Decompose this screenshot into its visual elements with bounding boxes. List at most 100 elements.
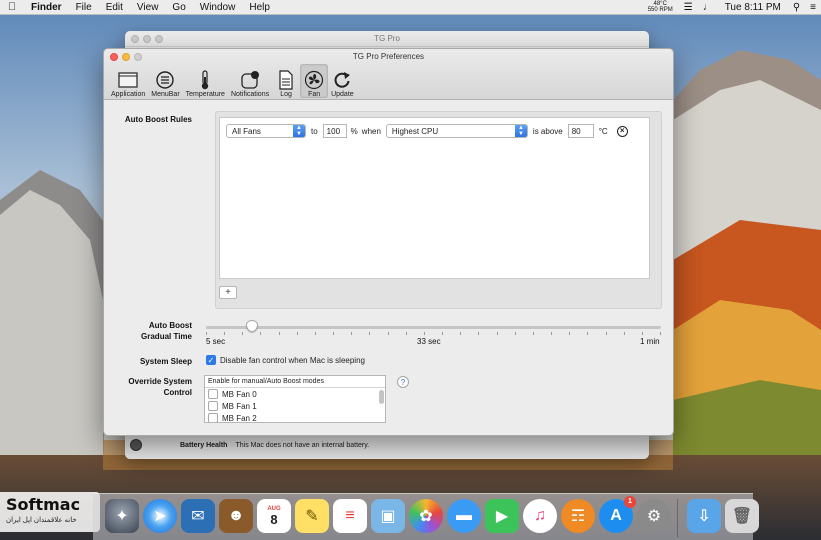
menu-help[interactable]: Help — [242, 2, 277, 13]
percent-input[interactable]: 100 — [322, 124, 347, 138]
slider-tick — [405, 332, 407, 335]
back-zoom-icon[interactable] — [155, 35, 163, 43]
notes-icon[interactable]: ✎ — [295, 499, 329, 533]
slider-tick — [206, 332, 207, 335]
tab-application[interactable]: Application — [108, 64, 148, 98]
override-item[interactable]: MB Fan 0 — [205, 388, 385, 400]
boost-rule-row: All Fans ▲ ▼ to 100 % when Highest CPU ▲ ▼… — [226, 124, 628, 138]
gradual-time-slider[interactable] — [206, 320, 661, 335]
update-icon — [331, 70, 353, 90]
app-store-badge: 1 — [624, 496, 636, 508]
tab-notifications[interactable]: Notifications — [228, 64, 272, 98]
tab-menubar[interactable]: MenuBar — [148, 64, 182, 98]
threshold-unit: °C — [598, 126, 608, 136]
downloads-folder-icon[interactable]: ⇩ — [687, 499, 721, 533]
watermark-brand: Softmac — [6, 495, 81, 514]
preferences-title: TG Pro Preferences — [352, 52, 425, 61]
menu-view[interactable]: View — [130, 2, 166, 13]
menu-app-finder[interactable]: Finder — [24, 2, 69, 13]
override-label-2: Control — [163, 388, 192, 397]
tgpro-main-title: TG Pro — [374, 34, 400, 43]
tab-fan[interactable]: Fan — [300, 64, 329, 98]
volume-icon[interactable]: ♩ — [698, 2, 718, 13]
notifications-icon — [239, 70, 261, 90]
add-rule-button[interactable]: + — [219, 286, 237, 299]
calendar-day: 8 — [270, 511, 278, 527]
notification-center-icon[interactable]: ≡ — [805, 2, 821, 13]
preferences-toolbar: Application MenuBar Temperature Notifica… — [108, 64, 357, 98]
fan-select-value: All Fans — [232, 126, 261, 136]
back-close-icon[interactable] — [131, 35, 139, 43]
preferences-window: TG Pro Preferences Application MenuBar T… — [103, 48, 674, 436]
override-item[interactable]: MB Fan 1 — [205, 400, 385, 412]
photos-icon[interactable]: ✿ — [409, 499, 443, 533]
tab-menubar-label: MenuBar — [151, 91, 180, 98]
system-sleep-row: ✓ Disable fan control when Mac is sleepi… — [206, 355, 365, 365]
music-icon[interactable]: ♫ — [523, 499, 557, 533]
dock-divider — [677, 499, 678, 537]
threshold-input[interactable]: 80 — [567, 124, 594, 138]
slider-max-label: 1 min — [640, 337, 660, 346]
slider-knob[interactable] — [245, 320, 258, 332]
fan-select[interactable]: All Fans ▲ ▼ — [226, 124, 306, 138]
preview-icon[interactable]: ▣ — [371, 499, 405, 533]
calendar-icon[interactable]: AUG 8 — [257, 499, 291, 533]
reminders-icon[interactable]: ≡ — [333, 499, 367, 533]
sensor-select-chevron-icon: ▲ ▼ — [514, 125, 527, 137]
system-preferences-icon[interactable]: ⚙ — [637, 499, 671, 533]
launchpad-icon[interactable]: ✦ — [105, 499, 139, 533]
apple-menu-icon[interactable]:  — [0, 1, 24, 13]
tab-update-label: Update — [331, 91, 354, 98]
menu-bar:  Finder File Edit View Go Window Help 4… — [0, 0, 821, 15]
tab-update[interactable]: Update — [328, 64, 357, 98]
spotlight-icon[interactable]: ⚲ — [788, 2, 805, 13]
messages-icon[interactable]: ▬ — [447, 499, 481, 533]
tab-fan-label: Fan — [308, 91, 321, 98]
back-minimize-icon[interactable] — [143, 35, 151, 43]
tgpro-status-item[interactable]: 48°C 550 RPM — [642, 1, 679, 13]
softmac-watermark: Softmac خانه علاقمندان اپل ایران — [0, 492, 100, 532]
override-item-label: MB Fan 2 — [222, 413, 257, 423]
sensor-select[interactable]: Highest CPU ▲ ▼ — [385, 124, 528, 138]
help-button[interactable]: ? — [397, 376, 409, 388]
app-store-icon[interactable]: A 1 — [599, 496, 636, 533]
tab-temperature[interactable]: Temperature — [183, 64, 228, 98]
wifi-icon[interactable]: ☰ — [679, 2, 698, 13]
override-item[interactable]: MB Fan 2 — [205, 412, 385, 423]
override-list-scrollbar[interactable] — [379, 390, 384, 404]
override-checkbox[interactable] — [208, 413, 218, 422]
dock: ✦ ➤ ✉ ☻ AUG 8 ✎ ≡ ▣ ✿ ▬ ▶ ♫ ☶ A 1 ⚙ ⇩ 🗑 — [93, 493, 759, 540]
trash-icon[interactable]: 🗑 — [725, 499, 759, 533]
slider-min-label: 5 sec — [206, 337, 226, 346]
contacts-icon[interactable]: ☻ — [219, 499, 253, 533]
fan-select-chevron-icon: ▲ ▼ — [293, 125, 305, 137]
preferences-titlebar: TG Pro Preferences Application MenuBar T… — [104, 49, 673, 100]
watermark-tagline: خانه علاقمندان اپل ایران — [6, 517, 77, 524]
override-label-1: Override System — [128, 377, 192, 386]
mail-stamp-icon[interactable]: ✉ — [181, 499, 215, 533]
slider-tick — [460, 332, 462, 335]
override-checkbox[interactable] — [208, 389, 218, 399]
override-item-label: MB Fan 1 — [222, 401, 257, 411]
menu-edit[interactable]: Edit — [99, 2, 130, 13]
gradual-time-label-1: Auto Boost — [148, 321, 192, 330]
menu-window[interactable]: Window — [193, 2, 243, 13]
menubar-clock[interactable]: Tue 8:11 PM — [718, 2, 788, 13]
battery-health-text: This Mac does not have an internal batte… — [235, 441, 370, 449]
percent-label: % — [350, 126, 358, 136]
disable-fan-sleep-checkbox[interactable]: ✓ — [206, 355, 216, 365]
books-icon[interactable]: ☶ — [561, 499, 595, 533]
safari-icon[interactable]: ➤ — [143, 499, 177, 533]
slider-tick — [423, 332, 425, 335]
menu-go[interactable]: Go — [165, 2, 192, 13]
facetime-icon[interactable]: ▶ — [485, 499, 519, 533]
override-checkbox[interactable] — [208, 401, 218, 411]
tab-log[interactable]: Log — [272, 64, 300, 98]
slider-tick — [660, 332, 661, 335]
slider-tick — [242, 332, 244, 335]
battery-health-row: Battery Health This Mac does not have an… — [130, 439, 369, 451]
remove-rule-icon[interactable]: × — [616, 125, 628, 137]
slider-tick — [278, 332, 280, 335]
menu-file[interactable]: File — [69, 2, 99, 13]
thermometer-icon — [194, 70, 216, 90]
